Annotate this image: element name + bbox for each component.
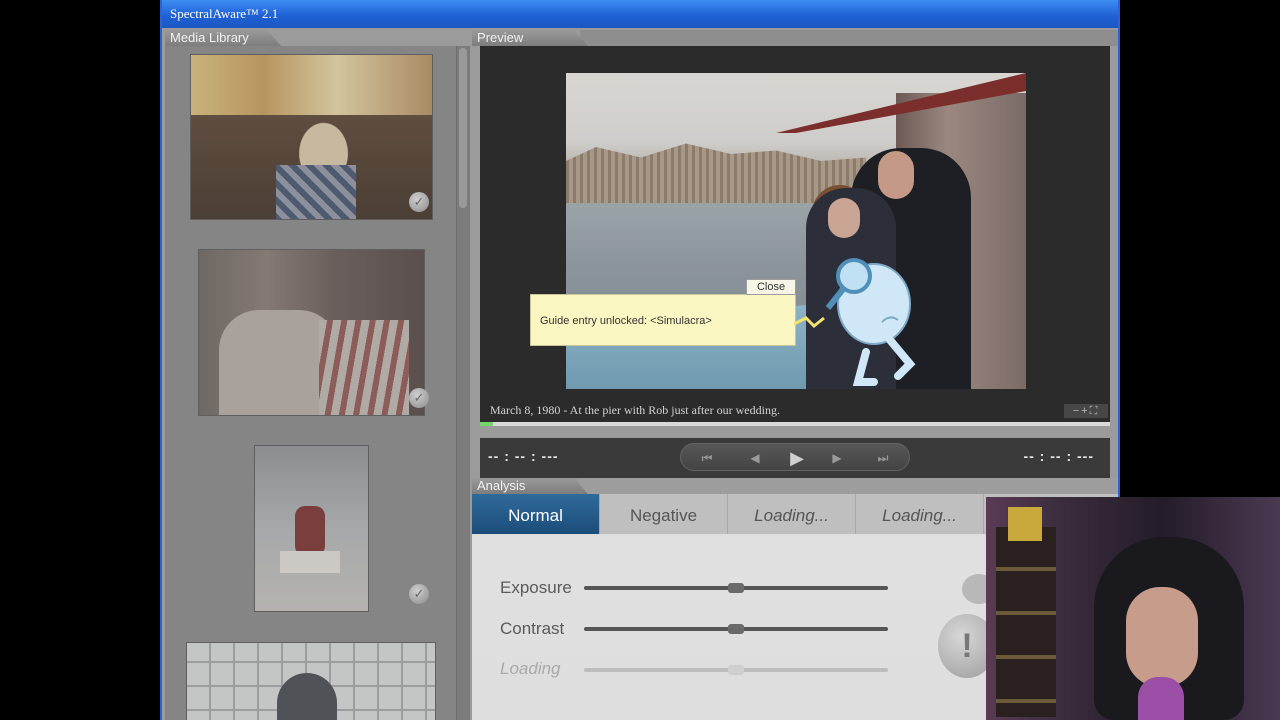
media-library-panel: ✓ ✓ ✓ xyxy=(165,46,470,720)
exposure-slider-knob[interactable] xyxy=(728,583,744,593)
title-bar: SpectralAware™ 2.1 xyxy=(162,0,1118,28)
preview-header: Preview xyxy=(472,30,588,46)
tab-negative[interactable]: Negative xyxy=(600,494,728,534)
photo-detail xyxy=(276,165,356,219)
app-window: SpectralAware™ 2.1 Media Library ✓ ✓ ✓ P… xyxy=(160,0,1120,720)
zoom-controls[interactable]: −+⛶ xyxy=(1064,404,1108,418)
contrast-slider[interactable] xyxy=(584,624,888,634)
check-icon[interactable]: ✓ xyxy=(409,192,429,212)
loading-label: Loading xyxy=(500,659,561,678)
photo-detail xyxy=(295,506,325,556)
webcam-detail xyxy=(1138,677,1184,720)
tab-normal[interactable]: Normal xyxy=(472,494,600,534)
guide-notification: Guide entry unlocked: <Simulacra> xyxy=(530,294,796,346)
rewind-icon[interactable]: ⏮ xyxy=(687,444,727,472)
check-icon[interactable]: ✓ xyxy=(409,584,429,604)
photo-detail xyxy=(878,151,914,199)
current-time: -- : -- : --- xyxy=(488,448,559,464)
photo-detail xyxy=(319,320,409,415)
analysis-header-bar xyxy=(580,478,1118,494)
transport-bar: -- : -- : --- ⏮ ◀ ▶ ▶ ⏭ -- : -- : --- xyxy=(480,438,1110,478)
screen: SpectralAware™ 2.1 Media Library ✓ ✓ ✓ P… xyxy=(0,0,1280,720)
magnifier-mascot-icon xyxy=(794,258,916,386)
scrollbar-thumb[interactable] xyxy=(459,48,467,208)
contrast-slider-knob[interactable] xyxy=(728,624,744,634)
photo-detail xyxy=(191,55,432,115)
photo-detail xyxy=(280,551,340,573)
fast-forward-icon[interactable]: ⏭ xyxy=(863,444,903,472)
close-button[interactable]: Close xyxy=(746,279,796,295)
total-time: -- : -- : --- xyxy=(1023,448,1094,464)
media-library-scrollbar[interactable] xyxy=(456,46,470,720)
loading-slider xyxy=(584,665,888,675)
media-thumbnail-4[interactable] xyxy=(186,642,436,720)
webcam-detail xyxy=(996,527,1056,717)
analysis-header: Analysis xyxy=(472,478,588,494)
webcam-detail xyxy=(1008,507,1042,541)
tab-loading-1[interactable]: Loading... xyxy=(728,494,856,534)
check-icon[interactable]: ✓ xyxy=(409,388,429,408)
webcam-detail xyxy=(1126,587,1198,687)
progress-fill xyxy=(480,422,493,426)
webcam-overlay xyxy=(986,497,1280,720)
contrast-label: Contrast xyxy=(500,619,565,638)
exposure-label: Exposure xyxy=(500,578,572,597)
exposure-slider[interactable] xyxy=(584,583,888,593)
photo-detail xyxy=(828,198,860,238)
step-back-icon[interactable]: ◀ xyxy=(735,444,775,472)
step-forward-icon[interactable]: ▶ xyxy=(817,444,857,472)
playback-controls: ⏮ ◀ ▶ ▶ ⏭ xyxy=(680,443,910,471)
preview-header-bar xyxy=(580,30,1118,46)
play-icon[interactable]: ▶ xyxy=(777,444,817,472)
media-library-header: Media Library xyxy=(165,30,281,46)
playback-progress-bar[interactable] xyxy=(480,422,1110,426)
loading-slider-knob xyxy=(728,665,744,675)
tab-loading-2[interactable]: Loading... xyxy=(856,494,984,534)
photo-caption: March 8, 1980 - At the pier with Rob jus… xyxy=(490,403,780,417)
media-thumbnail-1[interactable] xyxy=(190,54,433,220)
media-thumbnail-2[interactable] xyxy=(198,249,425,416)
media-thumbnail-3[interactable] xyxy=(254,445,369,612)
